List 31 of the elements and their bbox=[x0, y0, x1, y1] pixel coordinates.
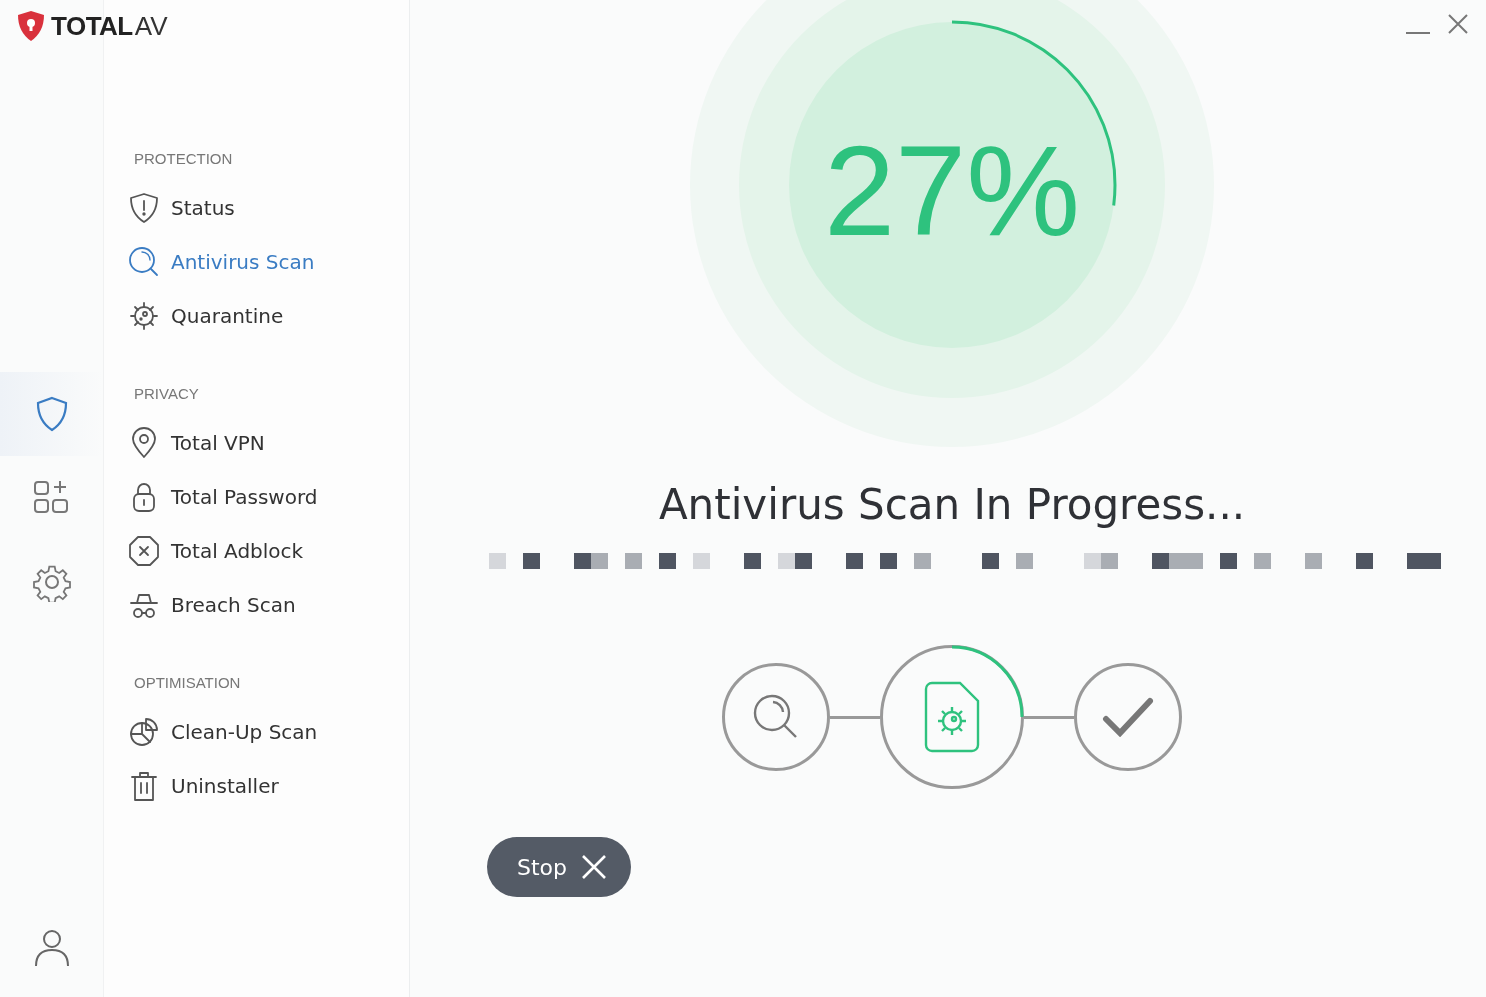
trash-icon bbox=[128, 770, 160, 802]
virus-icon bbox=[128, 300, 160, 332]
nav-item[interactable]: Total VPN bbox=[104, 416, 265, 470]
close-icon bbox=[581, 854, 607, 880]
brand-suffix: AV bbox=[134, 10, 168, 42]
scan-title: Antivirus Scan In Progress... bbox=[658, 480, 1246, 529]
shield-logo-icon bbox=[16, 10, 46, 42]
nav-item[interactable]: Uninstaller bbox=[104, 759, 279, 813]
section-heading: PRIVACY bbox=[133, 385, 200, 402]
nav-item[interactable]: Clean-Up Scan bbox=[104, 705, 318, 759]
pie-icon bbox=[128, 716, 160, 748]
section-heading: PROTECTION bbox=[133, 150, 234, 167]
virus-file-icon bbox=[924, 681, 980, 753]
nav-item[interactable]: Total Password bbox=[104, 470, 318, 524]
shield-alert-icon bbox=[128, 192, 160, 224]
minimize-icon bbox=[1406, 32, 1430, 34]
progress-percent: 27% bbox=[823, 119, 1081, 262]
nav-item[interactable]: Antivirus Scan bbox=[104, 235, 315, 289]
section-heading: OPTIMISATION bbox=[133, 674, 242, 691]
close-icon bbox=[1446, 12, 1470, 36]
block-icon bbox=[128, 535, 160, 567]
search-icon bbox=[128, 246, 160, 278]
checkmark-icon bbox=[1102, 697, 1154, 737]
nav-item[interactable]: Breach Scan bbox=[104, 578, 296, 632]
close-button[interactable] bbox=[1446, 12, 1470, 36]
nav-item[interactable]: Status bbox=[104, 181, 235, 235]
brand-name: TOTAL bbox=[51, 10, 133, 42]
nav-item[interactable]: Total Adblock bbox=[104, 524, 304, 578]
user-icon bbox=[32, 928, 71, 968]
stop-button[interactable]: Stop bbox=[487, 837, 631, 897]
nav-item[interactable]: Quarantine bbox=[104, 289, 284, 343]
